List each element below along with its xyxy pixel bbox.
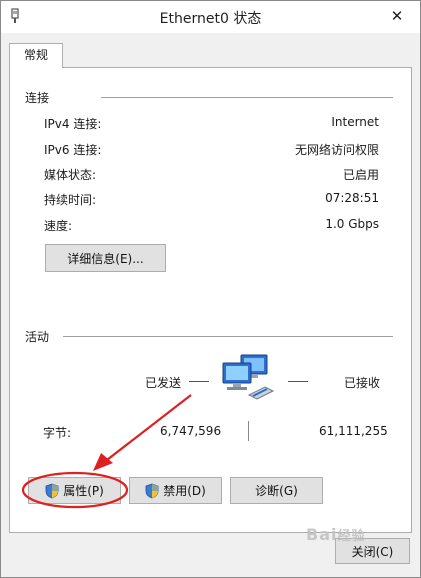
speed-value: 1.0 Gbps (325, 217, 379, 231)
details-button[interactable]: 详细信息(E)... (45, 244, 166, 272)
duration-label: 持续时间: (44, 193, 97, 207)
bytes-separator (248, 421, 249, 441)
sent-dash (189, 381, 209, 382)
received-dash (288, 381, 308, 382)
properties-button[interactable]: 属性(P) (28, 477, 121, 504)
connection-divider (101, 97, 393, 98)
details-button-label: 详细信息(E)... (67, 251, 144, 266)
connection-section-label: 连接 (25, 91, 50, 105)
disable-button[interactable]: 禁用(D) (129, 477, 222, 504)
speed-label: 速度: (44, 219, 73, 233)
received-label: 已接收 (344, 376, 381, 390)
bytes-sent-value: 6,747,596 (160, 424, 222, 438)
duration-value: 07:28:51 (325, 191, 379, 205)
diagnose-button-label: 诊断(G) (255, 484, 298, 498)
diagnose-button[interactable]: 诊断(G) (230, 477, 323, 504)
sent-label: 已发送 (145, 376, 182, 390)
tab-general[interactable]: 常规 (9, 43, 63, 68)
uac-shield-icon (145, 483, 159, 498)
network-computers-icon (222, 354, 275, 400)
ipv6-label: IPv6 连接: (44, 143, 102, 157)
ipv4-value: Internet (331, 115, 379, 129)
uac-shield-icon (45, 483, 59, 498)
properties-button-label: 属性(P) (63, 484, 104, 498)
ipv4-label: IPv4 连接: (44, 117, 102, 131)
disable-button-label: 禁用(D) (163, 484, 206, 498)
bytes-received-value: 61,111,255 (319, 424, 388, 438)
watermark: Bai经验 (306, 525, 366, 544)
ipv6-value: 无网络访问权限 (294, 143, 379, 157)
status-dialog: Ethernet0 状态 ✕ 常规 连接 IPv4 连接: Internet I… (0, 0, 421, 578)
activity-section-label: 活动 (25, 330, 50, 344)
close-button-label: 关闭(C) (351, 544, 394, 559)
media-state-value: 已启用 (342, 168, 379, 182)
window-close-button[interactable]: ✕ (374, 1, 420, 31)
activity-divider (63, 336, 393, 337)
window-title: Ethernet0 状态 (159, 11, 262, 27)
general-tab-panel (9, 67, 412, 533)
media-state-label: 媒体状态: (44, 168, 97, 182)
bytes-label: 字节: (43, 426, 72, 440)
title-bar: Ethernet0 状态 ✕ (1, 1, 420, 33)
